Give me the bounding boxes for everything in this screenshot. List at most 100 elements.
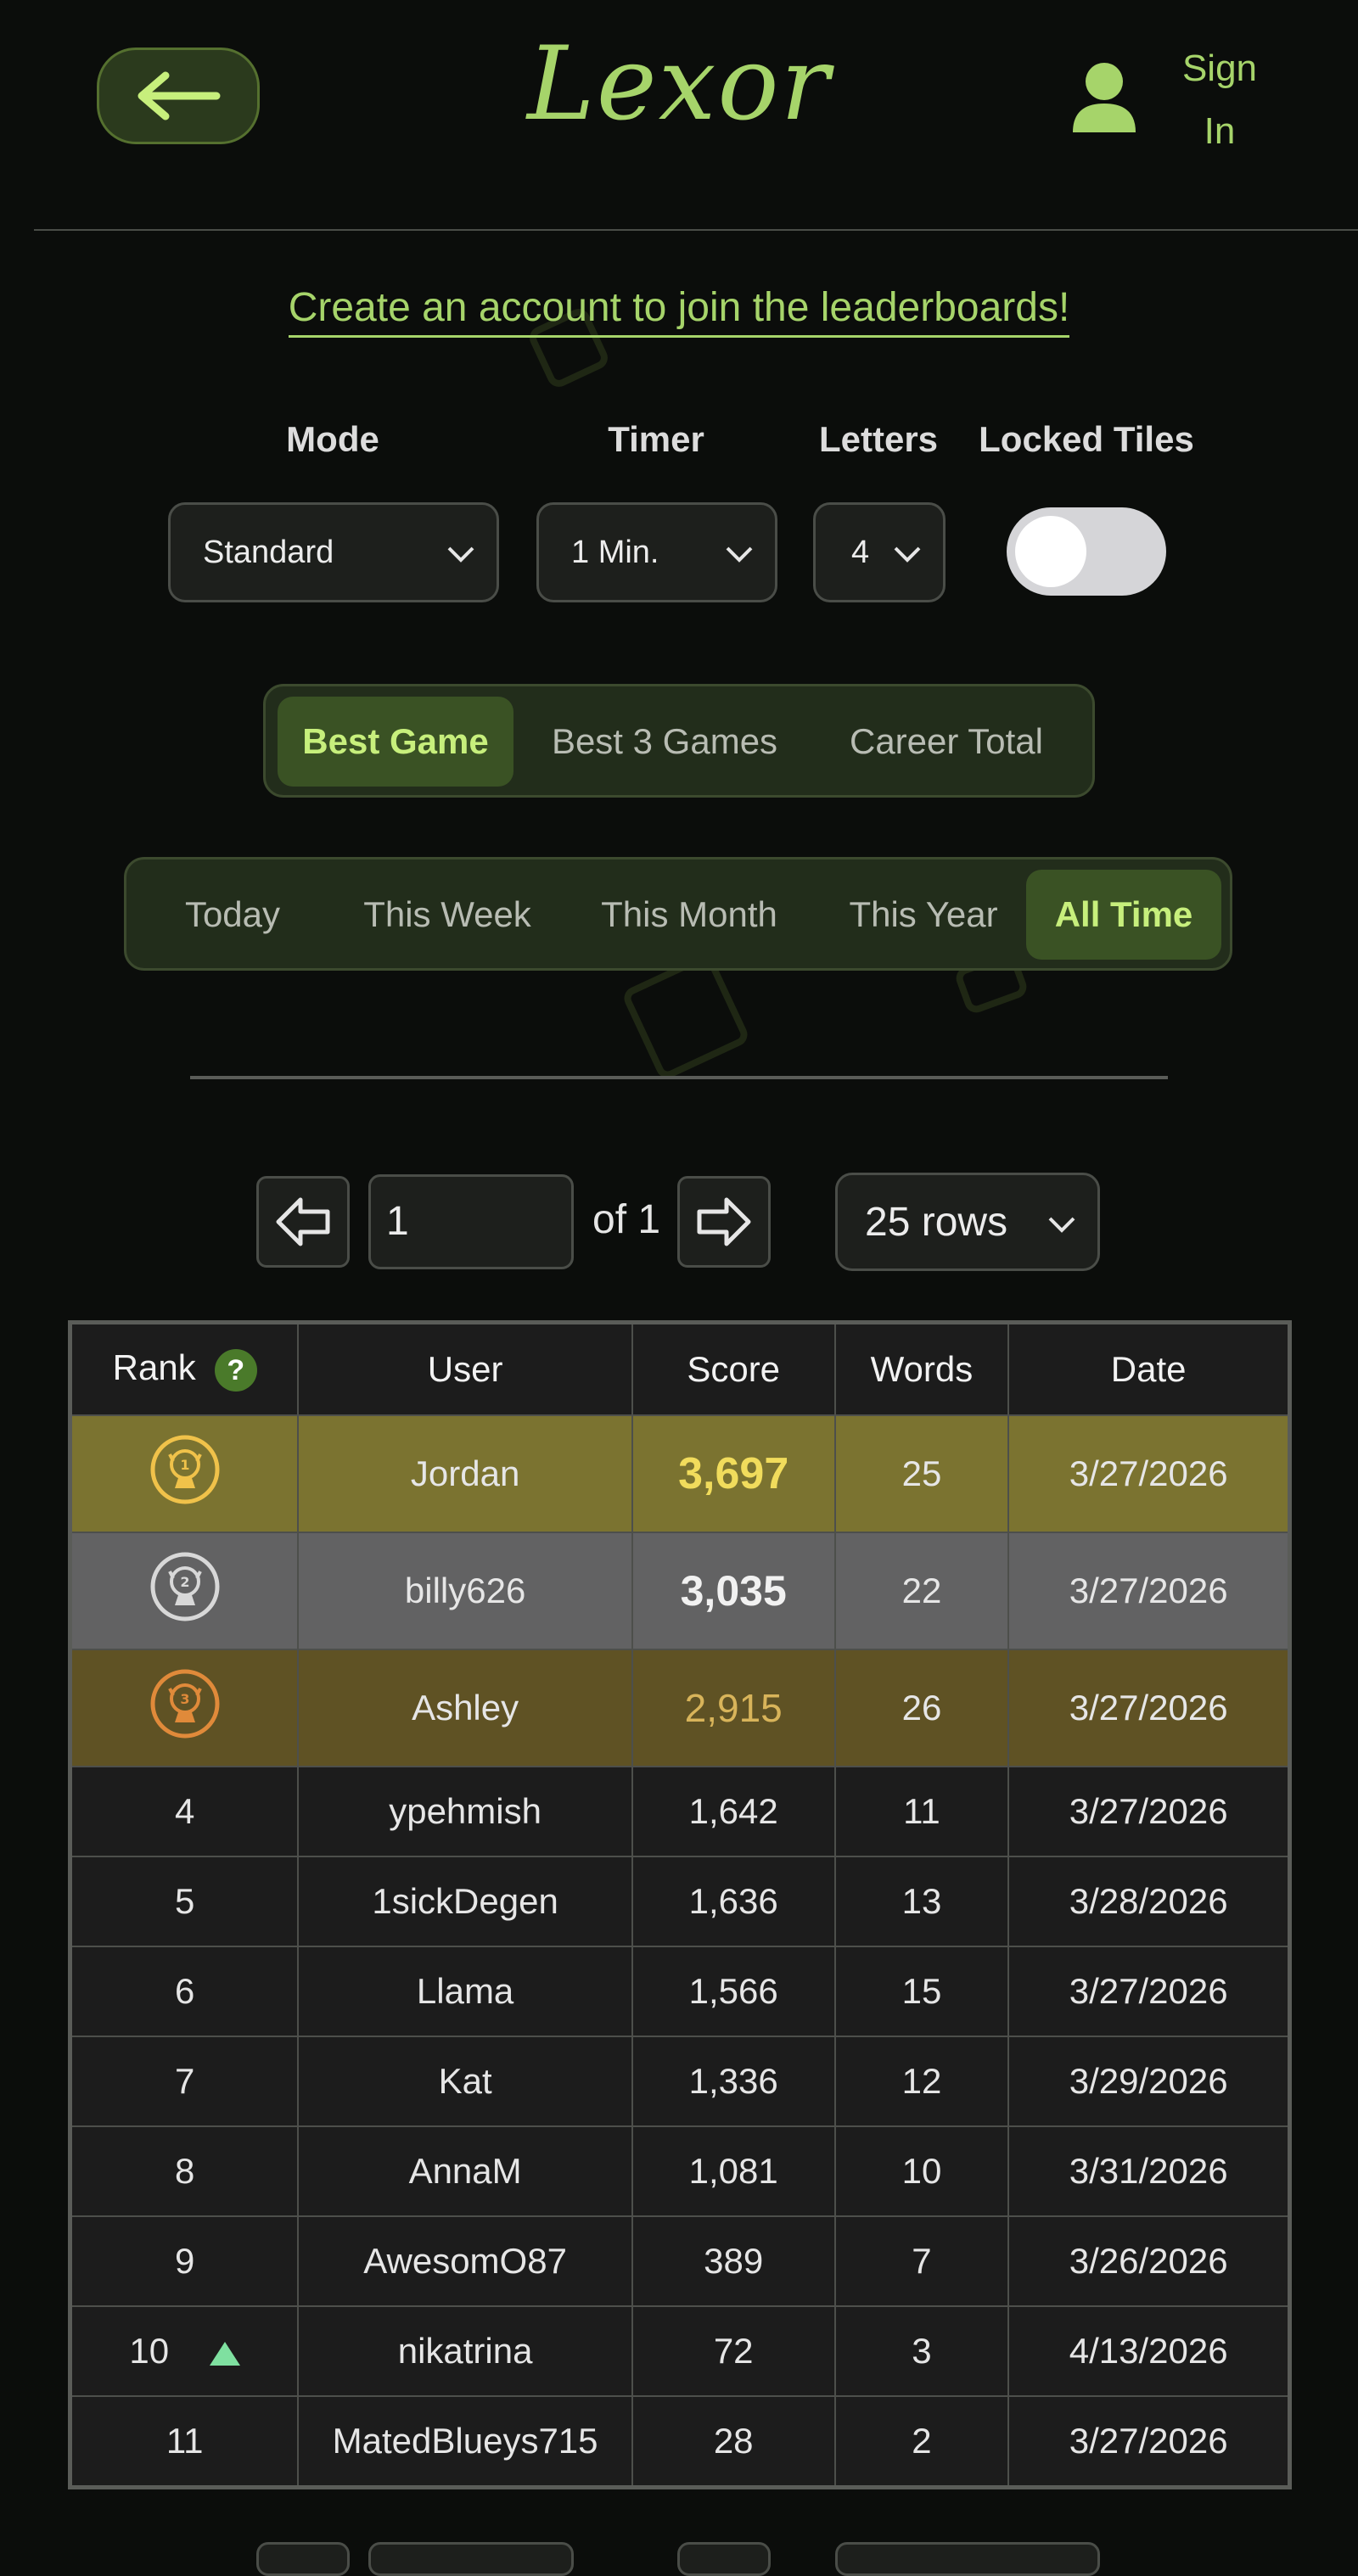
- arrow-left-outline-icon: [276, 1197, 330, 1246]
- words-cell: 12: [833, 2036, 1010, 2127]
- date-cell: 3/26/2026: [1007, 2215, 1291, 2307]
- rank-header: Rank?: [69, 1321, 300, 1416]
- user-cell[interactable]: Jordan: [297, 1414, 633, 1533]
- mode-select-value: Standard: [203, 534, 334, 570]
- date-header[interactable]: Date: [1007, 1321, 1291, 1416]
- table-row: 5 1sickDegen 1,636 13 3/28/2026: [69, 1856, 1291, 1947]
- score-cell: 72: [631, 2305, 836, 2397]
- page-number-input-bottom[interactable]: [368, 2542, 574, 2576]
- rank-cell: 9: [69, 2215, 300, 2307]
- create-account-link[interactable]: Create an account to join the leaderboar…: [288, 285, 1070, 338]
- date-cell: 3/27/2026: [1007, 1766, 1291, 1857]
- user-cell[interactable]: AwesomO87: [297, 2215, 633, 2307]
- words-header[interactable]: Words: [833, 1321, 1010, 1416]
- score-type-tabs: Best Game Best 3 Games Career Total: [263, 684, 1095, 798]
- date-cell: 3/27/2026: [1007, 1532, 1291, 1650]
- user-cell[interactable]: ypehmish: [297, 1766, 633, 1857]
- score-header[interactable]: Score: [631, 1321, 836, 1416]
- tab-best-game[interactable]: Best Game: [278, 697, 513, 787]
- table-row: 6 Llama 1,566 15 3/27/2026: [69, 1946, 1291, 2037]
- user-cell[interactable]: Llama: [297, 1946, 633, 2037]
- rank-cell: 1: [69, 1414, 300, 1533]
- leaderboard-table: Rank? User Score Words Date 1 Jordan 3,6…: [68, 1320, 1292, 2489]
- words-cell: 10: [833, 2125, 1010, 2217]
- words-cell: 2: [833, 2395, 1010, 2489]
- date-cell: 3/31/2026: [1007, 2125, 1291, 2217]
- rows-per-page-value: 25 rows: [865, 1199, 1008, 1245]
- table-row: 2 billy626 3,035 22 3/27/2026: [69, 1532, 1291, 1650]
- rank-header-label: Rank: [112, 1347, 196, 1388]
- svg-text:1: 1: [180, 1457, 189, 1473]
- toggle-knob: [1015, 516, 1086, 587]
- next-page-button-bottom[interactable]: [677, 2542, 771, 2576]
- table-row: 7 Kat 1,336 12 3/29/2026: [69, 2036, 1291, 2127]
- tab-this-week[interactable]: This Week: [335, 870, 559, 960]
- rows-per-page-select[interactable]: 25 rows: [835, 1173, 1100, 1271]
- rank-cell: 4: [69, 1766, 300, 1857]
- timer-select[interactable]: 1 Min.: [536, 502, 777, 602]
- table-row: 11 MatedBlueys715 28 2 3/27/2026: [69, 2395, 1291, 2489]
- score-cell: 1,081: [631, 2125, 836, 2217]
- arrow-right-outline-icon: [697, 1197, 751, 1246]
- chevron-down-icon: [447, 546, 474, 563]
- user-cell[interactable]: nikatrina: [297, 2305, 633, 2397]
- user-avatar-icon[interactable]: [1071, 61, 1137, 132]
- words-cell: 22: [833, 1532, 1010, 1650]
- table-header-row: Rank? User Score Words Date: [69, 1321, 1291, 1416]
- table-row: 8 AnnaM 1,081 10 3/31/2026: [69, 2125, 1291, 2217]
- sign-in-link[interactable]: Sign In: [1163, 37, 1277, 163]
- tab-this-year[interactable]: This Year: [819, 870, 1028, 960]
- date-cell: 3/27/2026: [1007, 1946, 1291, 2037]
- user-cell[interactable]: Kat: [297, 2036, 633, 2127]
- svg-text:3: 3: [180, 1691, 189, 1707]
- prev-page-button-bottom[interactable]: [256, 2542, 350, 2576]
- bronze-medal-icon: 3: [150, 1669, 220, 1739]
- locked-tiles-label: Locked Tiles: [979, 419, 1194, 459]
- prev-page-button[interactable]: [256, 1176, 350, 1268]
- score-cell: 1,642: [631, 1766, 836, 1857]
- rank-cell: 7: [69, 2036, 300, 2127]
- gold-medal-icon: 1: [150, 1435, 220, 1504]
- table-row: 1 Jordan 3,697 25 3/27/2026: [69, 1414, 1291, 1533]
- chevron-down-icon: [894, 546, 921, 563]
- score-cell: 389: [631, 2215, 836, 2307]
- letters-select[interactable]: 4: [813, 502, 946, 602]
- date-cell: 3/28/2026: [1007, 1856, 1291, 1947]
- locked-tiles-toggle[interactable]: [1007, 507, 1166, 596]
- words-cell: 25: [833, 1414, 1010, 1533]
- user-cell[interactable]: MatedBlueys715: [297, 2395, 633, 2489]
- score-cell: 1,566: [631, 1946, 836, 2037]
- words-cell: 13: [833, 1856, 1010, 1947]
- tab-today[interactable]: Today: [135, 870, 330, 960]
- tab-this-month[interactable]: This Month: [564, 870, 814, 960]
- timer-label: Timer: [608, 419, 704, 459]
- user-header[interactable]: User: [297, 1321, 633, 1416]
- silver-medal-icon: 2: [150, 1552, 220, 1621]
- user-cell[interactable]: AnnaM: [297, 2125, 633, 2217]
- page-number-input[interactable]: 1: [368, 1174, 574, 1269]
- user-cell[interactable]: billy626: [297, 1532, 633, 1650]
- timer-select-value: 1 Min.: [571, 534, 659, 570]
- tab-all-time[interactable]: All Time: [1026, 870, 1221, 960]
- words-cell: 11: [833, 1766, 1010, 1857]
- user-cell[interactable]: Ashley: [297, 1649, 633, 1767]
- tab-best-3-games[interactable]: Best 3 Games: [520, 697, 809, 787]
- rank-cell: 2: [69, 1532, 300, 1650]
- mode-select[interactable]: Standard: [168, 502, 499, 602]
- user-cell[interactable]: 1sickDegen: [297, 1856, 633, 1947]
- chevron-down-icon: [1048, 1217, 1075, 1233]
- date-cell: 3/27/2026: [1007, 2395, 1291, 2489]
- rank-help-icon[interactable]: ?: [214, 1348, 257, 1392]
- rank-cell: 6: [69, 1946, 300, 2037]
- rows-per-page-select-bottom[interactable]: [835, 2542, 1100, 2576]
- letters-select-value: 4: [851, 534, 870, 570]
- rank-cell: 5: [69, 1856, 300, 1947]
- words-cell: 7: [833, 2215, 1010, 2307]
- score-cell: 2,915: [631, 1649, 836, 1767]
- rank-cell: 8: [69, 2125, 300, 2217]
- score-cell: 1,336: [631, 2036, 836, 2127]
- tab-career-total[interactable]: Career Total: [817, 697, 1075, 787]
- next-page-button[interactable]: [677, 1176, 771, 1268]
- words-cell: 15: [833, 1946, 1010, 2037]
- table-row: 10 nikatrina 72 3 4/13/2026: [69, 2305, 1291, 2397]
